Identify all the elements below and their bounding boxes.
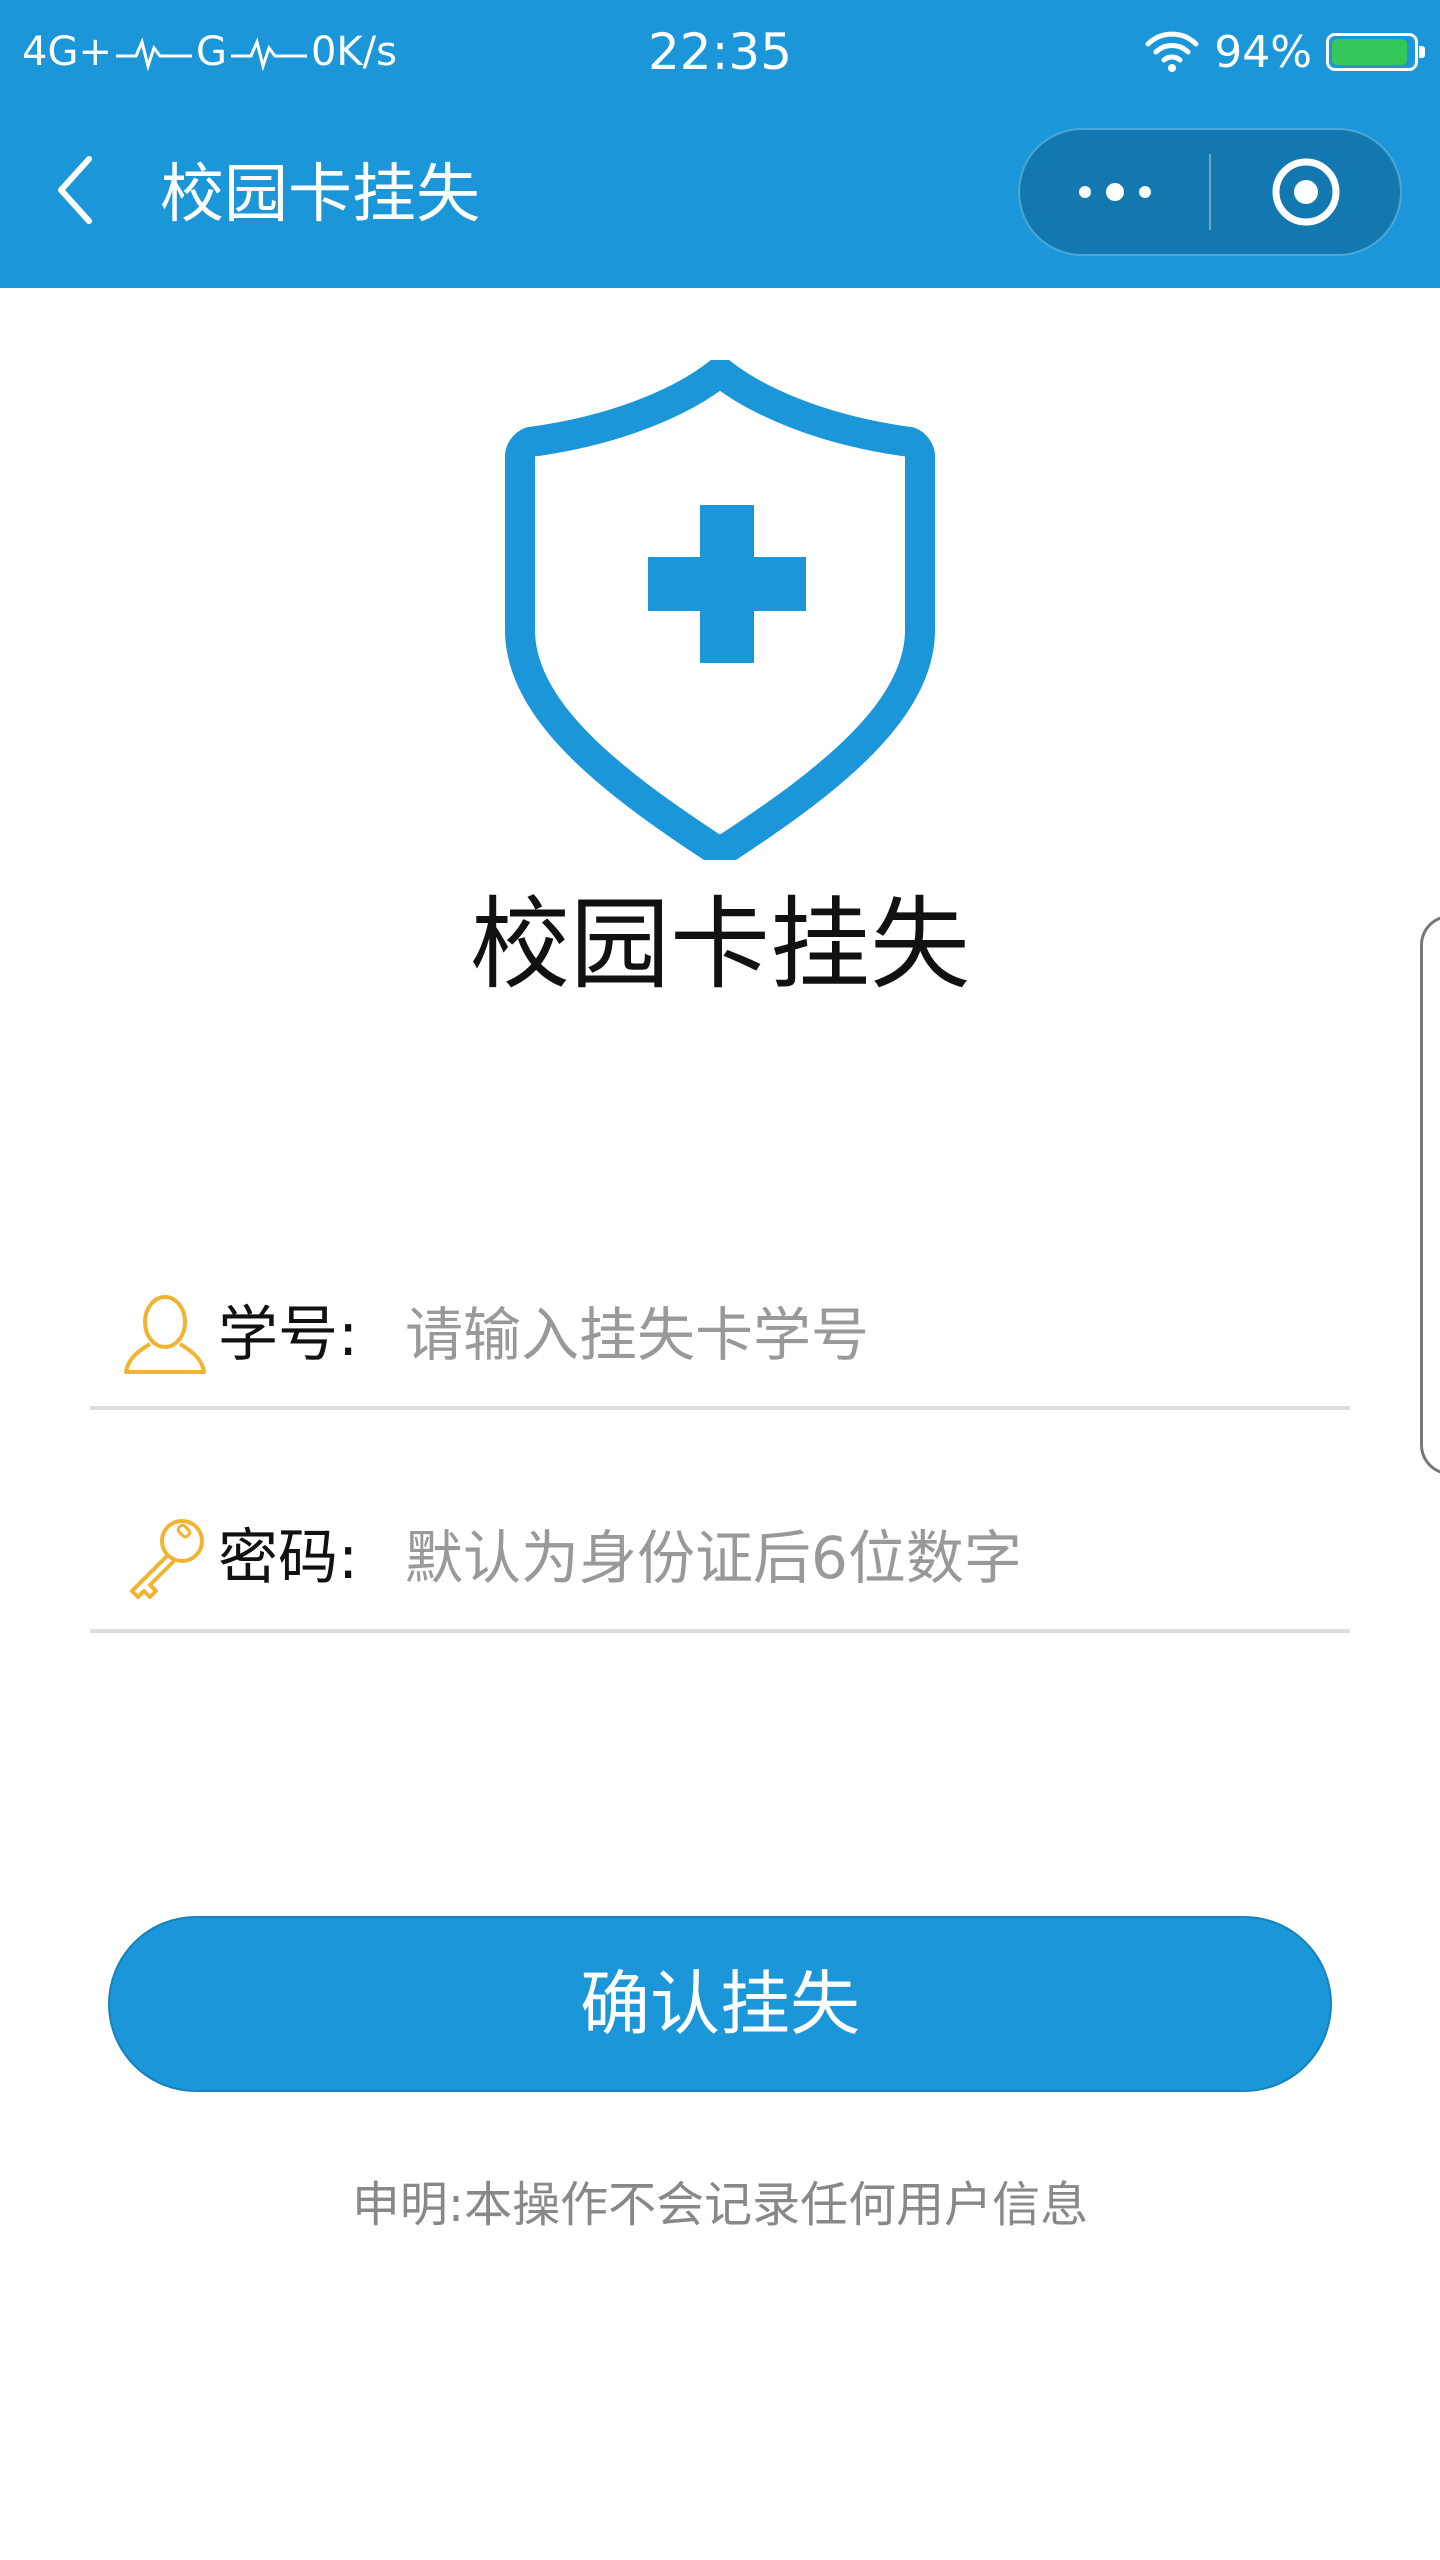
status-right: 94% — [1144, 22, 1425, 82]
student-id-row: 学号: — [90, 1260, 1350, 1410]
page-title: 校园卡挂失 — [470, 886, 970, 1003]
password-row: 密码: — [90, 1483, 1350, 1633]
close-program-button[interactable] — [1211, 130, 1400, 254]
password-input[interactable] — [405, 1513, 1335, 1603]
battery-tip — [1419, 46, 1425, 58]
user-outline-icon — [124, 1295, 206, 1374]
key-icon — [130, 1519, 204, 1599]
more-dots-icon — [1078, 183, 1151, 201]
mini-program-capsule — [1018, 128, 1402, 256]
target-circle-icon — [1272, 158, 1339, 226]
disclaimer-text: 申明:本操作不会记录任何用户信息 — [351, 2177, 1089, 2233]
battery-fill — [1332, 39, 1407, 65]
nav-title: 校园卡挂失 — [160, 158, 480, 232]
student-id-label: 学号: — [218, 1300, 359, 1370]
battery-percent: 94% — [1214, 26, 1312, 78]
password-label: 密码: — [218, 1523, 359, 1593]
shield-plus-icon — [505, 360, 935, 860]
edge-drawer-handle[interactable] — [1420, 915, 1440, 1475]
chevron-left-icon — [58, 156, 92, 224]
battery-icon — [1326, 33, 1425, 71]
header-bar: 4G+ G 0K/s 22:35 94% 校园卡挂失 — [0, 0, 1440, 288]
more-button[interactable] — [1020, 130, 1209, 254]
student-id-input[interactable] — [405, 1290, 1335, 1380]
back-button[interactable] — [40, 140, 110, 240]
wifi-icon — [1145, 31, 1199, 72]
confirm-report-loss-button[interactable]: 确认挂失 — [108, 1916, 1332, 2092]
